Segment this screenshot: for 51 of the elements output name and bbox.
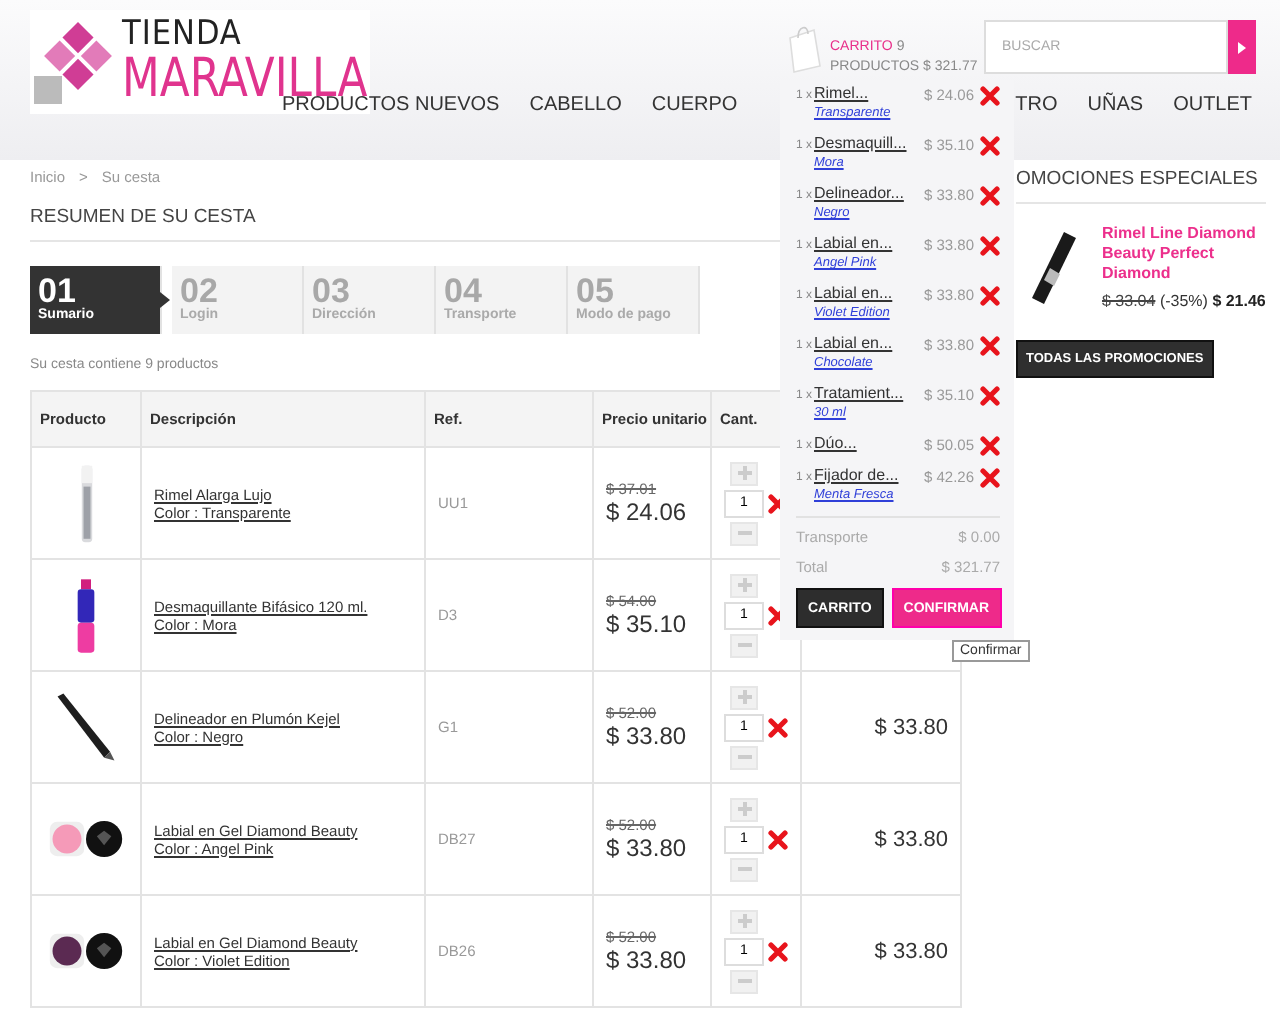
delete-icon[interactable] [980, 136, 1000, 156]
delete-icon[interactable] [768, 941, 788, 961]
minus-icon [737, 638, 751, 652]
plus-icon [737, 690, 751, 704]
item-link[interactable]: Labial en... [814, 284, 924, 304]
unit-price: $ 24.06 [606, 498, 689, 526]
delete-icon[interactable] [768, 717, 788, 737]
minus-icon [737, 974, 751, 988]
delete-icon[interactable] [980, 386, 1000, 406]
plus-icon [737, 802, 751, 816]
triangle-icon [1238, 41, 1246, 53]
plus-icon [737, 578, 751, 592]
nav-link[interactable]: OUTLET [1173, 94, 1253, 116]
delete-icon[interactable] [980, 436, 1000, 456]
plus-icon [737, 466, 751, 480]
item-link[interactable]: Dúo... [814, 434, 924, 454]
nav-link[interactable]: UÑAS [1087, 94, 1144, 116]
unit-price: $ 35.10 [606, 610, 689, 638]
item-link[interactable]: Desmaquill... [814, 134, 924, 154]
nav-link[interactable]: CABELLO [529, 94, 622, 116]
line-total: $ 33.80 [874, 827, 948, 851]
unit-price: $ 33.80 [606, 834, 689, 862]
delete-icon[interactable] [980, 468, 1000, 488]
search-button[interactable] [1228, 20, 1256, 74]
unit-price: $ 33.80 [606, 722, 689, 750]
minus-icon [737, 526, 751, 540]
nav-link[interactable]: PRODUCTOS NUEVOS [282, 94, 500, 116]
delete-icon[interactable] [980, 236, 1000, 256]
line-total: $ 33.80 [874, 939, 948, 963]
minus-icon [737, 750, 751, 764]
promo-price: $ 33.04 (-35%) $ 21.46 [1102, 292, 1266, 312]
section-title: OMOCIONES ESPECIALES [1016, 160, 1266, 204]
item-link[interactable]: Rimel... [814, 84, 924, 104]
delete-icon[interactable] [980, 286, 1000, 306]
minus-icon [737, 862, 751, 876]
item-link[interactable]: Delineador... [814, 184, 924, 204]
item-link[interactable]: Labial en... [814, 334, 924, 354]
delete-icon[interactable] [980, 86, 1000, 106]
line-total: $ 33.80 [874, 715, 948, 739]
item-link[interactable]: Fijador de... [814, 466, 924, 486]
logo-text: TIENDA [122, 18, 244, 52]
promo-product-link[interactable]: Rimel Line Diamond Beauty Perfect Diamond [1102, 224, 1266, 284]
nav-link[interactable]: TRO [1015, 94, 1058, 116]
delete-icon[interactable] [768, 829, 788, 849]
item-link[interactable]: Tratamient... [814, 384, 924, 404]
item-link[interactable]: Labial en... [814, 234, 924, 254]
delete-icon[interactable] [980, 336, 1000, 356]
plus-icon [737, 914, 751, 928]
nav-link[interactable]: CUERPO [651, 94, 738, 116]
unit-price: $ 33.80 [606, 946, 689, 974]
delete-icon[interactable] [980, 186, 1000, 206]
